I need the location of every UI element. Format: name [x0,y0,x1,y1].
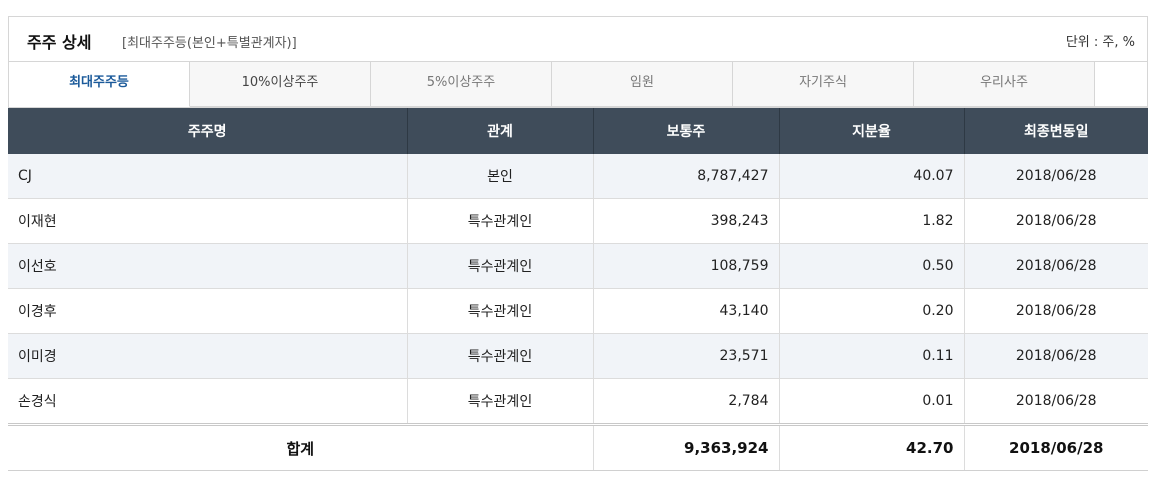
column-header-date: 최종변동일 [964,108,1148,154]
column-header-name: 주주명 [8,108,408,154]
table-row: 이재현 특수관계인 398,243 1.82 2018/06/28 [8,198,1148,244]
column-header-shares: 보통주 [593,108,780,154]
table-header-row: 주주명 관계 보통주 지분율 최종변동일 [8,108,1148,154]
tab-executives[interactable]: 임원 [552,62,733,107]
panel-header: 주주 상세 [최대주주등(본인+특별관계자)] 단위 : 주, % [8,16,1148,61]
shareholder-shares: 398,243 [593,198,780,244]
shareholder-table: 주주명 관계 보통주 지분율 최종변동일 CJ 본인 8,787,427 40.… [8,108,1148,471]
shareholder-shares: 108,759 [593,243,780,289]
table-row: CJ 본인 8,787,427 40.07 2018/06/28 [8,154,1148,199]
shareholder-shares: 8,787,427 [593,154,780,199]
tab-10pct-shareholders[interactable]: 10%이상주주 [190,62,371,107]
panel-title: 주주 상세 [27,33,92,52]
total-date: 2018/06/28 [964,423,1148,471]
shareholder-date: 2018/06/28 [964,198,1148,244]
panel-subtitle: [최대주주등(본인+특별관계자)] [122,36,297,51]
unit-label: 단위 : 주, % [1065,35,1135,50]
shareholder-ratio: 0.11 [779,333,965,379]
shareholder-date: 2018/06/28 [964,288,1148,334]
shareholder-shares: 2,784 [593,378,780,425]
shareholder-shares: 23,571 [593,333,780,379]
shareholder-date: 2018/06/28 [964,243,1148,289]
shareholder-ratio: 0.01 [779,378,965,425]
shareholder-relation: 특수관계인 [407,378,594,425]
shareholder-ratio: 1.82 [779,198,965,244]
shareholder-date: 2018/06/28 [964,378,1148,425]
shareholder-relation: 특수관계인 [407,288,594,334]
shareholder-name: 이재현 [8,198,408,244]
tab-treasury-stock[interactable]: 자기주식 [733,62,914,107]
shareholder-name: 손경식 [8,378,408,425]
total-label: 합계 [8,423,594,471]
table-row: 손경식 특수관계인 2,784 0.01 2018/06/28 [8,378,1148,425]
tab-largest-shareholders[interactable]: 최대주주등 [9,62,190,107]
shareholder-relation: 특수관계인 [407,333,594,379]
tab-5pct-shareholders[interactable]: 5%이상주주 [371,62,552,107]
shareholder-date: 2018/06/28 [964,333,1148,379]
tab-bar-filler [1095,62,1147,107]
shareholder-relation: 본인 [407,154,594,199]
shareholder-tabs: 최대주주등 10%이상주주 5%이상주주 임원 자기주식 우리사주 [8,61,1148,108]
total-ratio: 42.70 [779,423,965,471]
tab-employee-stock[interactable]: 우리사주 [914,62,1095,107]
shareholder-date: 2018/06/28 [964,154,1148,199]
total-shares: 9,363,924 [593,423,780,471]
table-row: 이경후 특수관계인 43,140 0.20 2018/06/28 [8,288,1148,334]
total-row: 합계 9,363,924 42.70 2018/06/28 [8,423,1148,471]
shareholder-ratio: 40.07 [779,154,965,199]
column-header-ratio: 지분율 [779,108,965,154]
column-header-relation: 관계 [407,108,594,154]
shareholder-name: CJ [8,154,408,199]
shareholder-ratio: 0.20 [779,288,965,334]
shareholder-name: 이경후 [8,288,408,334]
shareholder-relation: 특수관계인 [407,243,594,289]
shareholder-name: 이미경 [8,333,408,379]
table-row: 이선호 특수관계인 108,759 0.50 2018/06/28 [8,243,1148,289]
shareholder-name: 이선호 [8,243,408,289]
shareholder-relation: 특수관계인 [407,198,594,244]
shareholder-detail-panel: 주주 상세 [최대주주등(본인+특별관계자)] 단위 : 주, % 최대주주등 … [8,16,1148,471]
table-row: 이미경 특수관계인 23,571 0.11 2018/06/28 [8,333,1148,379]
shareholder-shares: 43,140 [593,288,780,334]
shareholder-ratio: 0.50 [779,243,965,289]
